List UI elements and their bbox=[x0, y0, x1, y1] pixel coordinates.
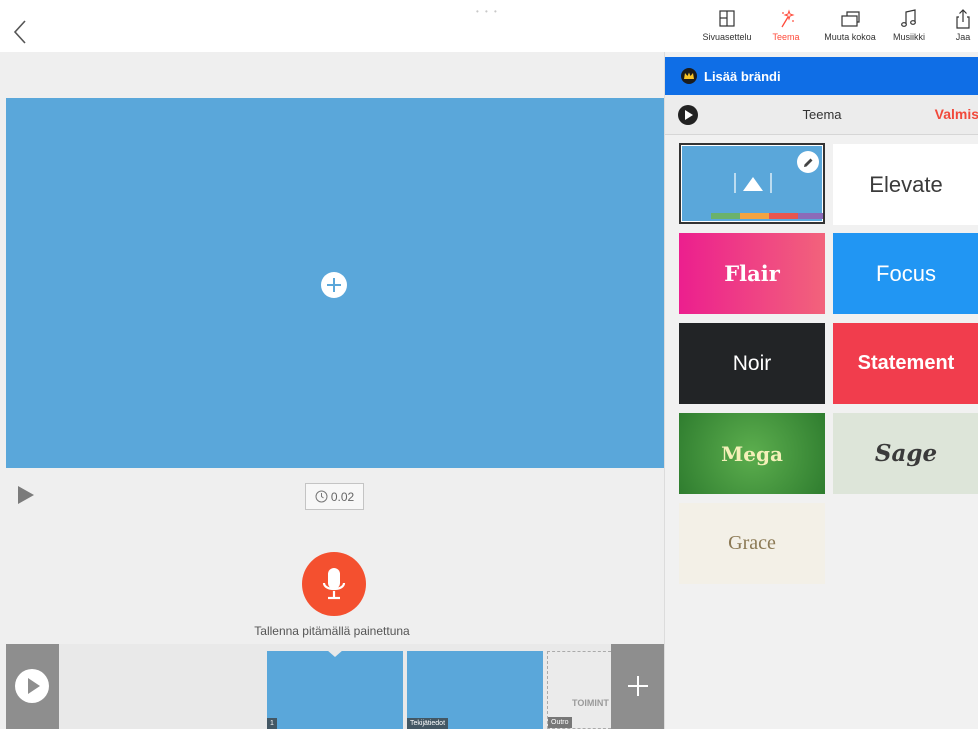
record-button[interactable] bbox=[302, 552, 366, 616]
duration-value: 0.02 bbox=[330, 489, 355, 504]
theme-tile-mega[interactable]: Mega bbox=[679, 413, 825, 494]
add-content-button[interactable] bbox=[321, 272, 347, 298]
tool-share-button[interactable]: Jaa bbox=[948, 8, 978, 48]
edit-theme-button[interactable] bbox=[797, 151, 819, 173]
theme-tile-focus[interactable]: Focus bbox=[833, 233, 978, 314]
timeline-slide[interactable]: Tekijätiedot bbox=[407, 651, 543, 729]
tool-resize-label: Muuta kokoa bbox=[824, 32, 876, 42]
slide-timeline: 1 Tekijätiedot TOIMINT Outro bbox=[6, 644, 664, 729]
top-toolbar: • • • Sivuasettelu Teema Muuta kokoa Mus… bbox=[0, 0, 978, 52]
theme-panel: Lisää brändi Teema Valmis Elevate Flair … bbox=[664, 52, 978, 729]
theme-tile-sage[interactable]: Sage bbox=[833, 413, 978, 494]
pencil-icon bbox=[803, 158, 812, 167]
tool-music-label: Musiikki bbox=[892, 32, 925, 42]
theme-color-stripe bbox=[740, 213, 769, 219]
add-brand-label: Lisää brändi bbox=[704, 68, 781, 84]
clock-icon bbox=[315, 490, 328, 503]
add-brand-button[interactable]: Lisää brändi bbox=[665, 57, 978, 95]
slide-canvas[interactable] bbox=[6, 98, 664, 468]
editor-area: 0.02 Tallenna pitämällä painettuna 1 Tek… bbox=[0, 52, 664, 729]
theme-tile-default[interactable] bbox=[679, 143, 825, 224]
slide-number-tag: 1 bbox=[267, 718, 277, 729]
done-button[interactable]: Valmis bbox=[935, 106, 978, 122]
chevron-left-icon bbox=[13, 20, 26, 44]
theme-tile-grace[interactable]: Grace bbox=[679, 503, 825, 584]
share-icon bbox=[956, 9, 970, 29]
theme-color-stripe bbox=[798, 213, 823, 219]
theme-tile-elevate[interactable]: Elevate bbox=[833, 144, 978, 225]
play-video-button[interactable] bbox=[6, 644, 59, 729]
tool-theme-label: Teema bbox=[772, 32, 800, 42]
outro-brand-text: TOIMINT bbox=[572, 698, 609, 708]
timeline-outro-slide[interactable]: TOIMINT Outro bbox=[547, 651, 611, 729]
music-note-icon bbox=[901, 9, 916, 27]
crown-icon bbox=[681, 68, 697, 84]
resize-icon bbox=[841, 11, 860, 27]
tool-layout-label: Sivuasettelu bbox=[702, 32, 752, 42]
magic-wand-icon bbox=[781, 9, 795, 28]
theme-color-stripe bbox=[769, 213, 798, 219]
timeline-slide[interactable]: 1 bbox=[267, 650, 403, 729]
tool-music-button[interactable]: Musiikki bbox=[885, 8, 933, 48]
back-button[interactable] bbox=[10, 18, 32, 46]
tool-resize-button[interactable]: Muuta kokoa bbox=[815, 8, 885, 48]
play-slide-button[interactable] bbox=[18, 486, 34, 504]
theme-color-stripes bbox=[711, 213, 823, 219]
layout-icon bbox=[719, 10, 735, 27]
record-hint: Tallenna pitämällä painettuna bbox=[254, 624, 410, 638]
theme-tile-noir[interactable]: Noir bbox=[679, 323, 825, 404]
theme-tile-flair[interactable]: Flair bbox=[679, 233, 825, 314]
slide-tag: Tekijätiedot bbox=[407, 718, 449, 729]
slide-tag: Outro bbox=[548, 717, 572, 728]
drag-handle[interactable]: • • • bbox=[476, 7, 502, 16]
duration-button[interactable]: 0.02 bbox=[305, 483, 364, 510]
tool-share-label: Jaa bbox=[955, 32, 971, 42]
image-placeholder-icon bbox=[734, 173, 772, 193]
add-slide-button[interactable] bbox=[611, 644, 664, 729]
theme-header: Teema Valmis bbox=[665, 95, 978, 135]
microphone-icon bbox=[322, 568, 346, 600]
tool-layout-button[interactable]: Sivuasettelu bbox=[697, 8, 757, 48]
theme-color-stripe bbox=[711, 213, 740, 219]
theme-panel-title: Teema bbox=[802, 107, 842, 122]
theme-tile-statement[interactable]: Statement bbox=[833, 323, 978, 404]
play-icon bbox=[15, 669, 49, 703]
tool-theme-button[interactable]: Teema bbox=[766, 8, 806, 48]
